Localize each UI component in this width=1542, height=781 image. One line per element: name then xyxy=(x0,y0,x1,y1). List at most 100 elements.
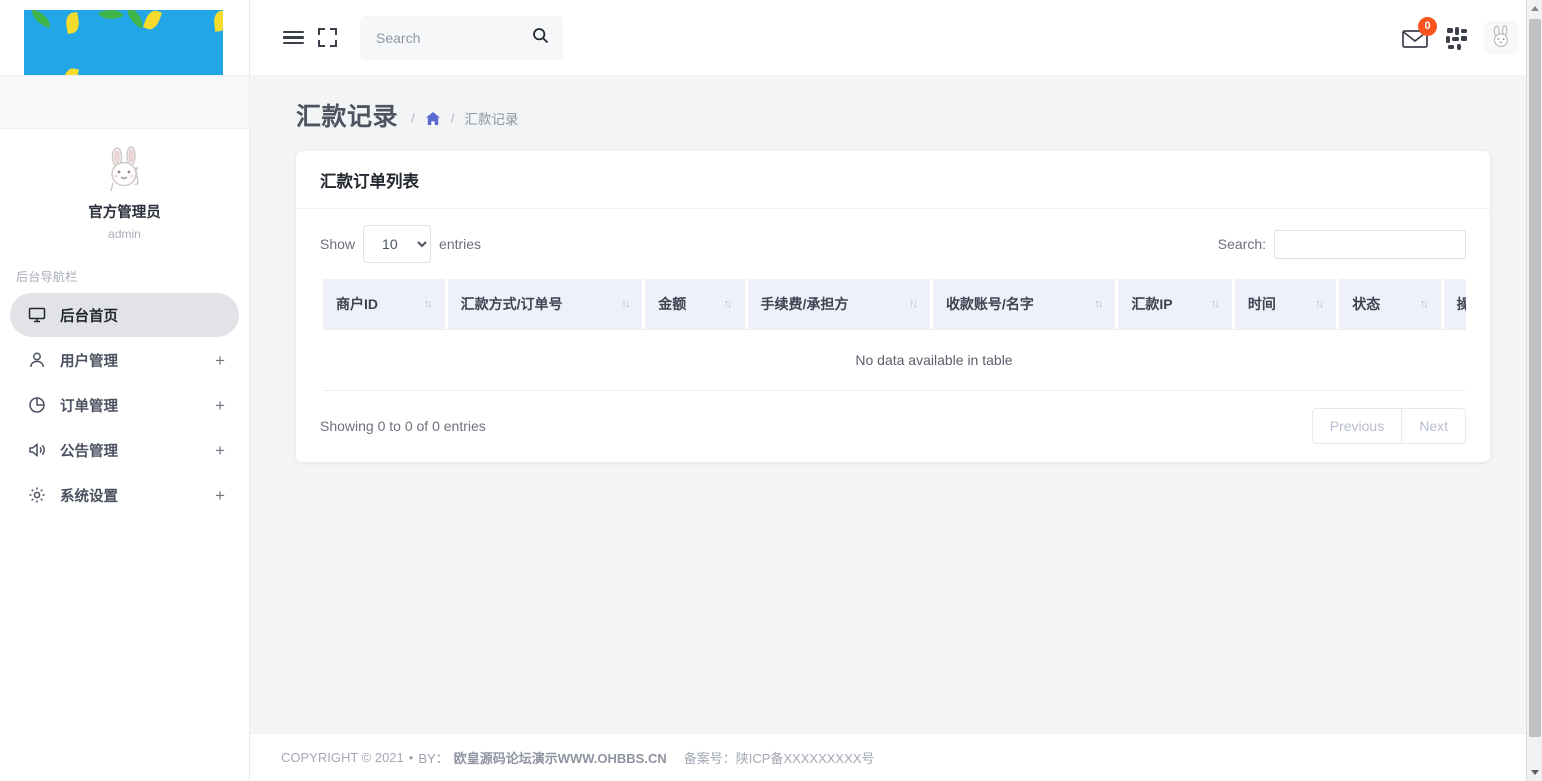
table-scroll-area: 商户ID ↑↓ 汇款方式/订单号 ↑↓ 金额 ↑↓ xyxy=(320,279,1466,391)
column-label: 汇款方式/订单号 xyxy=(461,294,563,314)
leaf-shape xyxy=(29,10,54,28)
column-header-status[interactable]: 状态 ↑↓ xyxy=(1339,279,1440,329)
entries-info: Showing 0 to 0 of 0 entries xyxy=(320,418,486,434)
datatable-footer: Showing 0 to 0 of 0 entries Previous Nex… xyxy=(320,391,1466,444)
table-search-control: Search: xyxy=(1218,230,1466,259)
messages-badge: 0 xyxy=(1418,17,1437,36)
sidebar-item-label: 公告管理 xyxy=(60,440,215,461)
card-title: 汇款订单列表 xyxy=(320,168,1466,192)
sort-updown-icon: ↑↓ xyxy=(1094,299,1101,310)
sort-updown-icon: ↑↓ xyxy=(424,299,431,310)
datatable-controls: Show 102550100 entries Search: xyxy=(320,225,1466,263)
sidebar-item-dashboard[interactable]: 后台首页 xyxy=(10,293,239,337)
app-root: 欧皇演示 xyxy=(0,0,1542,781)
search-box[interactable] xyxy=(360,16,563,60)
topbar: 0 xyxy=(250,0,1542,75)
entries-label: entries xyxy=(439,236,481,252)
footer-brand-link[interactable]: 欧皇源码论坛演示WWW.OHBBS.CN xyxy=(454,748,667,767)
column-label: 商户ID xyxy=(336,294,378,314)
sidebar-item-orders[interactable]: 订单管理 + xyxy=(10,383,239,427)
page-header: 汇款记录 / / 汇款记录 xyxy=(250,75,1542,139)
column-header-time[interactable]: 时间 ↑↓ xyxy=(1235,279,1336,329)
column-header-amount[interactable]: 金额 ↑↓ xyxy=(645,279,744,329)
entries-select[interactable]: 102550100 xyxy=(363,225,431,263)
user-avatar-button[interactable] xyxy=(1484,21,1518,55)
monitor-icon xyxy=(26,304,48,326)
scroll-down-arrow-icon[interactable] xyxy=(1527,764,1542,781)
sort-updown-icon: ↑↓ xyxy=(724,299,731,310)
column-label: 收款账号/名字 xyxy=(946,294,1034,314)
leaf-shape xyxy=(143,10,162,32)
column-header-payee-account[interactable]: 收款账号/名字 ↑↓ xyxy=(933,279,1115,329)
expand-plus-icon[interactable]: + xyxy=(215,352,225,369)
expand-plus-icon[interactable]: + xyxy=(215,397,225,414)
previous-page-button[interactable]: Previous xyxy=(1312,408,1402,444)
column-header-fee-bearer[interactable]: 手续费/承担方 ↑↓ xyxy=(748,279,930,329)
promo-banner-image xyxy=(24,10,223,75)
sort-updown-icon: ↑↓ xyxy=(909,299,916,310)
rabbit-avatar-icon xyxy=(99,145,151,197)
column-label: 时间 xyxy=(1248,294,1276,314)
empty-message: No data available in table xyxy=(323,329,1466,391)
remittance-table: 商户ID ↑↓ 汇款方式/订单号 ↑↓ 金额 ↑↓ xyxy=(320,279,1466,391)
table-empty-row: No data available in table xyxy=(323,329,1466,391)
column-label: 汇款IP xyxy=(1131,294,1172,314)
sort-updown-icon: ↑↓ xyxy=(621,299,628,310)
user-icon xyxy=(26,349,48,371)
leaf-shape xyxy=(62,67,79,75)
breadcrumb-separator: / xyxy=(451,111,455,126)
table-search-input[interactable] xyxy=(1274,230,1466,259)
scrollbar-thumb[interactable] xyxy=(1529,19,1541,737)
page-content: 汇款订单列表 Show 102550100 entries Search: xyxy=(250,139,1542,733)
footer-icp: 备案号：陕ICP备XXXXXXXXX号 xyxy=(684,748,875,767)
column-header-actions[interactable]: 操作 ↑↓ xyxy=(1444,279,1466,329)
nav-heading: 后台导航栏 xyxy=(0,254,249,293)
breadcrumb-current[interactable]: 汇款记录 xyxy=(465,108,519,128)
profile-role: admin xyxy=(0,224,249,244)
home-icon[interactable] xyxy=(425,111,441,126)
table-body: No data available in table xyxy=(323,329,1466,391)
entries-length-control: Show 102550100 entries xyxy=(320,225,481,263)
column-header-merchant-id[interactable]: 商户ID ↑↓ xyxy=(323,279,445,329)
expand-icon[interactable] xyxy=(310,21,344,55)
search-icon[interactable] xyxy=(532,27,549,49)
megaphone-icon xyxy=(26,439,48,461)
footer-by-label: BY： xyxy=(418,748,448,767)
sidebar-item-label: 用户管理 xyxy=(60,350,215,371)
sidebar-profile: 官方管理员 admin xyxy=(0,129,249,254)
sort-updown-icon: ↑↓ xyxy=(1420,299,1427,310)
column-label: 状态 xyxy=(1352,294,1380,314)
pagination: Previous Next xyxy=(1312,408,1466,444)
table-header-row: 商户ID ↑↓ 汇款方式/订单号 ↑↓ 金额 ↑↓ xyxy=(323,279,1466,329)
show-label: Show xyxy=(320,236,355,252)
sidebar-item-settings[interactable]: 系统设置 + xyxy=(10,473,239,517)
remittance-card: 汇款订单列表 Show 102550100 entries Search: xyxy=(296,151,1490,462)
apps-grid-icon xyxy=(1444,25,1470,51)
sidebar-item-users[interactable]: 用户管理 + xyxy=(10,338,239,382)
browser-scrollbar[interactable] xyxy=(1526,0,1542,781)
sort-updown-icon: ↑↓ xyxy=(1315,299,1322,310)
sidebar-logo[interactable]: 欧皇演示 xyxy=(0,0,249,75)
card-header: 汇款订单列表 xyxy=(296,151,1490,209)
next-page-button[interactable]: Next xyxy=(1402,408,1466,444)
messages-button[interactable]: 0 xyxy=(1400,23,1430,53)
expand-plus-icon[interactable]: + xyxy=(215,442,225,459)
sidebar-item-announcements[interactable]: 公告管理 + xyxy=(10,428,239,472)
footer-dot: • xyxy=(409,750,414,765)
column-header-remit-ip[interactable]: 汇款IP ↑↓ xyxy=(1118,279,1232,329)
table-head: 商户ID ↑↓ 汇款方式/订单号 ↑↓ 金额 ↑↓ xyxy=(323,279,1466,329)
apps-grid-button[interactable] xyxy=(1444,25,1470,51)
hamburger-icon[interactable] xyxy=(276,21,310,55)
breadcrumb-separator: / xyxy=(411,111,415,126)
table-search-label: Search: xyxy=(1218,236,1266,252)
column-label: 手续费/承担方 xyxy=(761,294,849,314)
card-body: Show 102550100 entries Search: xyxy=(296,209,1490,462)
rabbit-avatar-icon xyxy=(1487,24,1515,52)
expand-plus-icon[interactable]: + xyxy=(215,487,225,504)
column-header-method-orderno[interactable]: 汇款方式/订单号 ↑↓ xyxy=(448,279,643,329)
page-footer: COPYRIGHT © 2021 • BY： 欧皇源码论坛演示WWW.OHBBS… xyxy=(250,733,1542,781)
scroll-up-arrow-icon[interactable] xyxy=(1527,0,1542,17)
search-input[interactable] xyxy=(374,29,532,47)
home-glyph xyxy=(425,111,441,126)
column-label: 金额 xyxy=(658,294,686,314)
